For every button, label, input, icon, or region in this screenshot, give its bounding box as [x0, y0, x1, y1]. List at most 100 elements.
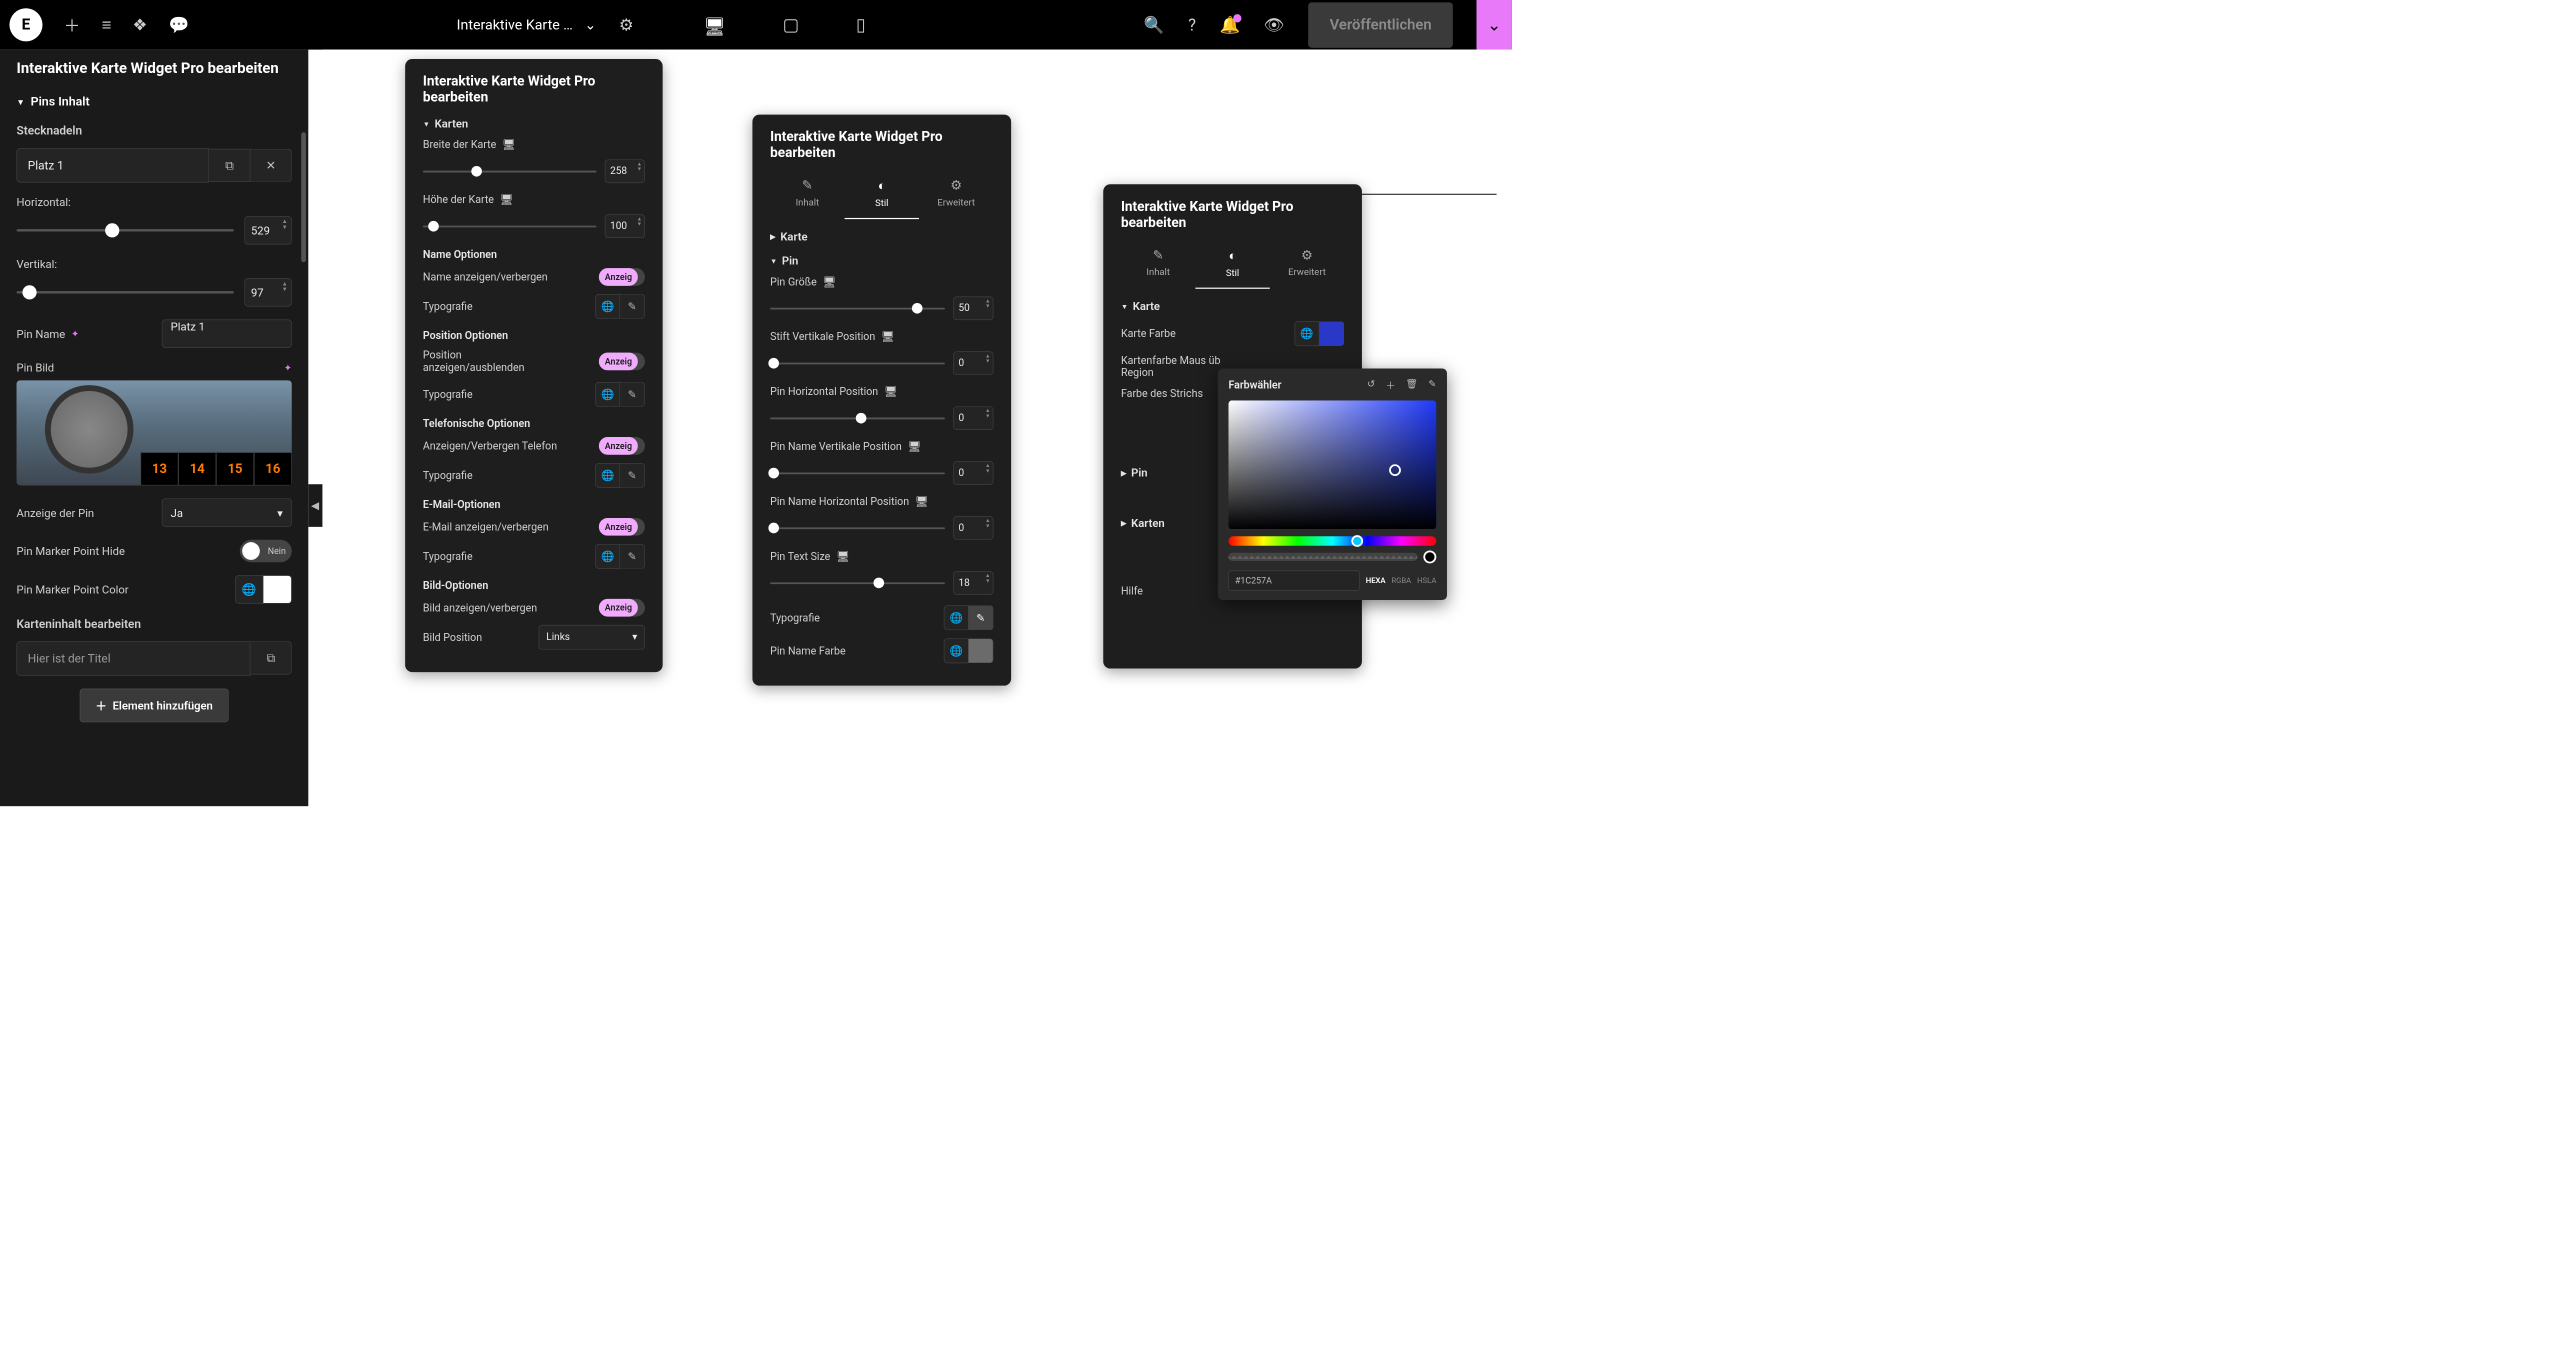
globe-icon[interactable]: 🌐	[595, 294, 620, 319]
format-rgba[interactable]: RGBA	[1391, 576, 1411, 585]
globe-icon[interactable]: 🌐	[235, 575, 263, 603]
sidebar-collapse-handle[interactable]: ◀	[308, 484, 322, 527]
hue-slider[interactable]	[1228, 536, 1436, 545]
layers-icon[interactable]: ❖	[133, 15, 148, 34]
pin-name-h-input[interactable]: 0▲▼	[953, 516, 993, 540]
slider-thumb[interactable]	[768, 523, 779, 534]
pin-name-input[interactable]: Platz 1	[162, 320, 292, 348]
edit-pencil-icon[interactable]: ✎	[620, 294, 645, 319]
add-icon[interactable]: ＋	[1386, 378, 1395, 392]
color-swatch[interactable]	[969, 638, 994, 663]
pin-name-v-input[interactable]: 0▲▼	[953, 461, 993, 485]
desktop-icon[interactable]: 🖥	[500, 194, 514, 206]
color-saturation-canvas[interactable]	[1228, 400, 1436, 529]
globe-icon[interactable]: 🌐	[944, 638, 969, 663]
globe-icon[interactable]: 🌐	[595, 544, 620, 569]
format-hexa[interactable]: HEXA	[1366, 576, 1386, 585]
pin-h-input[interactable]: 0▲▼	[953, 406, 993, 430]
slider-thumb[interactable]	[856, 413, 867, 424]
pin-item-name[interactable]: Platz 1	[17, 148, 210, 182]
map-height-input[interactable]: 100▲▼	[605, 214, 645, 238]
tab-advanced[interactable]: ⚙Erweitert	[1270, 242, 1344, 289]
hex-input[interactable]: #1C257A	[1228, 571, 1359, 591]
edit-pencil-icon[interactable]: ✎	[620, 544, 645, 569]
slider-thumb[interactable]	[471, 166, 482, 177]
slider-thumb[interactable]	[22, 285, 36, 299]
slider-thumb[interactable]	[912, 303, 923, 314]
add-element-button[interactable]: ＋ Element hinzufügen	[80, 689, 229, 723]
stepper-icon[interactable]: ▲▼	[985, 519, 990, 530]
elementor-logo[interactable]: E	[9, 8, 42, 41]
position-show-toggle[interactable]: Anzeig	[599, 353, 645, 371]
image-position-select[interactable]: Links ▾	[539, 625, 645, 650]
reset-icon[interactable]: ↺	[1367, 378, 1375, 392]
slider-thumb[interactable]	[768, 468, 779, 479]
pen-v-input[interactable]: 0▲▼	[953, 351, 993, 375]
settings-sliders-icon[interactable]: ≡	[102, 15, 112, 34]
name-show-toggle[interactable]: Anzeig	[599, 268, 645, 286]
desktop-icon[interactable]: 🖥	[836, 550, 850, 562]
globe-icon[interactable]: 🌐	[1295, 321, 1320, 346]
sparkle-icon[interactable]: ✦	[71, 328, 79, 339]
globe-icon[interactable]: 🌐	[595, 463, 620, 488]
tab-content[interactable]: ✎Inhalt	[770, 172, 844, 219]
section-map[interactable]: ▼Karte	[1121, 299, 1344, 313]
pin-text-slider[interactable]	[770, 582, 945, 584]
add-icon[interactable]: ＋	[64, 13, 81, 37]
globe-icon[interactable]: 🌐	[944, 605, 969, 630]
section-map[interactable]: ▶Karte	[770, 230, 993, 244]
document-selector[interactable]: Interaktive Karte … ⌄ ⚙	[457, 15, 634, 34]
section-pin[interactable]: ▼Pin	[770, 254, 993, 268]
mobile-device-icon[interactable]: ▯	[845, 11, 876, 39]
preview-icon[interactable]: 👁	[1264, 15, 1285, 34]
edit-pencil-icon[interactable]: ✎	[620, 382, 645, 407]
stepper-icon[interactable]: ▲▼	[985, 464, 990, 475]
stepper-icon[interactable]: ▲▼	[282, 219, 288, 231]
pin-size-slider[interactable]	[770, 307, 945, 309]
duplicate-button[interactable]: ⧉	[250, 641, 291, 674]
help-icon[interactable]: ?	[1188, 15, 1196, 34]
map-width-input[interactable]: 258▲▼	[605, 159, 645, 183]
section-maps[interactable]: ▼Karten	[423, 117, 645, 131]
alpha-slider[interactable]	[1228, 553, 1417, 561]
slider-thumb[interactable]	[428, 221, 439, 232]
desktop-device-icon[interactable]: 🖥	[693, 13, 737, 53]
duplicate-button[interactable]: ⧉	[209, 149, 250, 182]
tablet-device-icon[interactable]: ▢	[772, 11, 810, 39]
phone-show-toggle[interactable]: Anzeig	[599, 437, 645, 455]
slider-thumb[interactable]	[768, 358, 779, 369]
stepper-icon[interactable]: ▲▼	[985, 573, 990, 584]
tab-style[interactable]: ◐Stil	[1195, 242, 1269, 289]
desktop-icon[interactable]: 🖥	[884, 386, 898, 398]
notifications-icon[interactable]: 🔔	[1220, 15, 1241, 34]
format-hsla[interactable]: HSLA	[1417, 576, 1436, 585]
pin-text-input[interactable]: 18▲▼	[953, 571, 993, 595]
pin-name-v-slider[interactable]	[770, 472, 945, 474]
sparkle-icon[interactable]: ✦	[284, 362, 292, 373]
gear-icon[interactable]: ⚙	[619, 15, 634, 34]
vertical-value-input[interactable]: 97 ▲▼	[245, 278, 292, 306]
comment-icon[interactable]: 💬	[169, 15, 190, 34]
tab-content[interactable]: ✎Inhalt	[1121, 242, 1195, 289]
slider-thumb[interactable]	[873, 578, 884, 589]
stepper-icon[interactable]: ▲▼	[637, 217, 642, 228]
email-show-toggle[interactable]: Anzeig	[599, 518, 645, 536]
pen-v-slider[interactable]	[770, 362, 945, 364]
pin-name-h-slider[interactable]	[770, 527, 945, 529]
stepper-icon[interactable]: ▲▼	[637, 162, 642, 173]
delete-button[interactable]: ✕	[250, 149, 291, 182]
globe-icon[interactable]: 🌐	[595, 382, 620, 407]
hue-thumb[interactable]	[1351, 535, 1363, 547]
edit-pencil-icon[interactable]: ✎	[620, 463, 645, 488]
color-swatch[interactable]	[263, 575, 291, 603]
publish-dropdown-button[interactable]: ⌄	[1477, 0, 1512, 50]
pin-image-preview[interactable]: 13 14 15 16	[17, 380, 292, 485]
desktop-icon[interactable]: 🖥	[502, 139, 516, 151]
pin-h-slider[interactable]	[770, 417, 945, 419]
desktop-icon[interactable]: 🖥	[823, 276, 837, 288]
map-width-slider[interactable]	[423, 170, 597, 172]
display-pin-select[interactable]: Ja ▾	[162, 498, 292, 526]
search-icon[interactable]: 🔍	[1144, 15, 1165, 34]
color-cursor[interactable]	[1389, 464, 1401, 476]
pin-size-input[interactable]: 50▲▼	[953, 296, 993, 320]
